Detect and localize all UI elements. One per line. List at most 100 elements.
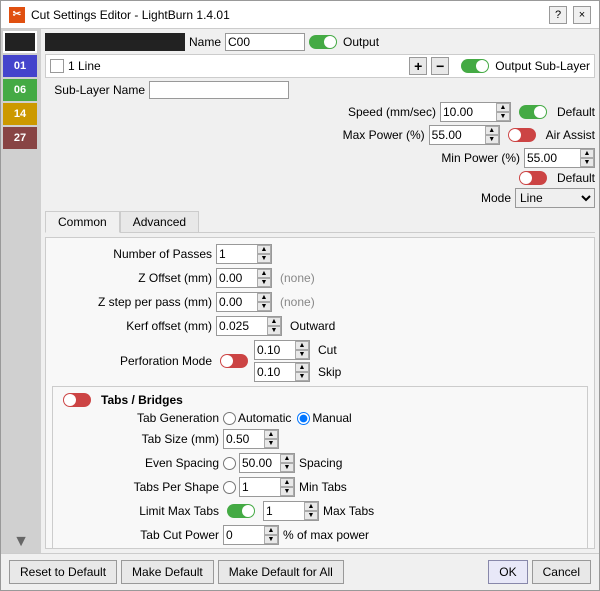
even-spacing-radio[interactable] xyxy=(223,457,236,470)
kerf-input[interactable] xyxy=(217,317,267,335)
passes-down[interactable]: ▼ xyxy=(257,254,271,263)
zoffset-down[interactable]: ▼ xyxy=(257,278,271,287)
tabs-bridges-thumb xyxy=(64,394,76,406)
tab-size-down[interactable]: ▼ xyxy=(264,439,278,448)
tab-size-input[interactable] xyxy=(224,430,264,448)
airassist-toggle-track xyxy=(508,128,536,142)
perf-cut-spin: ▲ ▼ xyxy=(295,341,309,359)
footer-left: Reset to Default Make Default Make Defau… xyxy=(9,560,344,584)
color-swatch[interactable] xyxy=(45,33,185,51)
kerf-note: Outward xyxy=(290,319,335,333)
passes-input[interactable] xyxy=(217,245,257,263)
main-window: ✂ Cut Settings Editor - LightBurn 1.4.01… xyxy=(0,0,600,591)
zoffset-up[interactable]: ▲ xyxy=(257,269,271,278)
sidebar-item-00[interactable] xyxy=(3,31,37,53)
default-toggle[interactable] xyxy=(519,171,549,185)
minpower-up[interactable]: ▲ xyxy=(580,149,594,158)
tab-size-wrap: ▲ ▼ xyxy=(223,429,279,449)
tabs-per-shape-radio[interactable] xyxy=(223,481,236,494)
perf-cut-down[interactable]: ▼ xyxy=(295,350,309,359)
ok-button[interactable]: OK xyxy=(488,560,527,584)
make-default-button[interactable]: Make Default xyxy=(121,560,214,584)
reset-default-button[interactable]: Reset to Default xyxy=(9,560,117,584)
limit-max-input[interactable] xyxy=(264,502,304,520)
tabs-bridges-track xyxy=(63,393,91,407)
tab-gen-row: Tab Generation Automatic Manual xyxy=(59,411,581,425)
limit-max-toggle[interactable] xyxy=(227,504,257,518)
help-button[interactable]: ? xyxy=(549,6,567,24)
minpower-spin: ▲ ▼ xyxy=(580,149,594,167)
mode-label: Mode xyxy=(391,191,511,205)
minpower-down[interactable]: ▼ xyxy=(580,158,594,167)
sidebar-item-06[interactable]: 06 xyxy=(3,79,37,101)
cancel-button[interactable]: Cancel xyxy=(532,560,591,584)
kerf-input-wrap: ▲ ▼ xyxy=(216,316,282,336)
airassist-toggle[interactable] xyxy=(508,128,538,142)
even-spacing-up[interactable]: ▲ xyxy=(280,454,294,463)
zstep-down[interactable]: ▼ xyxy=(257,302,271,311)
maxpower-down[interactable]: ▼ xyxy=(485,135,499,144)
speed-up[interactable]: ▲ xyxy=(496,103,510,112)
maxpower-input[interactable] xyxy=(430,126,485,144)
layer-checkbox[interactable] xyxy=(50,59,64,73)
tab-size-up[interactable]: ▲ xyxy=(264,430,278,439)
tab-cut-power-spin: ▲ ▼ xyxy=(264,526,278,544)
mode-select[interactable]: Line Fill Offset Fill Crosshatch Fill xyxy=(515,188,595,208)
zoffset-input[interactable] xyxy=(217,269,257,287)
output-toggle[interactable] xyxy=(309,35,339,49)
del-sublayer-button[interactable]: − xyxy=(431,57,449,75)
tabs-per-shape-down[interactable]: ▼ xyxy=(280,487,294,496)
tab-gen-auto-radio[interactable] xyxy=(223,412,236,425)
sublayer-name-input[interactable] xyxy=(149,81,289,99)
perf-skip-up[interactable]: ▲ xyxy=(295,363,309,372)
tabs-bridges-toggle[interactable] xyxy=(63,393,93,407)
tab-gen-manual-radio[interactable] xyxy=(297,412,310,425)
make-default-all-button[interactable]: Make Default for All xyxy=(218,560,344,584)
tab-cut-power-unit: % of max power xyxy=(283,528,369,542)
zoffset-input-wrap: ▲ ▼ xyxy=(216,268,272,288)
tab-common[interactable]: Common xyxy=(45,211,120,233)
minpower-input[interactable] xyxy=(525,149,580,167)
even-spacing-input[interactable] xyxy=(240,454,280,472)
default-label: Default xyxy=(557,171,595,185)
name-input[interactable] xyxy=(225,33,305,51)
zstep-input[interactable] xyxy=(217,293,257,311)
zstep-label: Z step per pass (mm) xyxy=(52,295,212,309)
sidebar-item-14[interactable]: 14 xyxy=(3,103,37,125)
tab-cut-power-up[interactable]: ▲ xyxy=(264,526,278,535)
sublayer-toggle[interactable] xyxy=(461,59,491,73)
even-spacing-down[interactable]: ▼ xyxy=(280,463,294,472)
limit-max-unit: Max Tabs xyxy=(323,504,374,518)
kerf-down[interactable]: ▼ xyxy=(267,326,281,335)
speed-down[interactable]: ▼ xyxy=(496,112,510,121)
add-sublayer-button[interactable]: + xyxy=(409,57,427,75)
tab-cut-power-input[interactable] xyxy=(224,526,264,544)
sidebar-scroll-down[interactable]: ▼ xyxy=(3,533,39,551)
sidebar-item-27[interactable]: 27 xyxy=(3,127,37,149)
speed-default-toggle[interactable] xyxy=(519,105,549,119)
perf-cut-input[interactable] xyxy=(255,341,295,359)
zstep-up[interactable]: ▲ xyxy=(257,293,271,302)
perf-skip-down[interactable]: ▼ xyxy=(295,372,309,381)
perf-skip-input[interactable] xyxy=(255,363,295,381)
limit-max-down[interactable]: ▼ xyxy=(304,511,318,520)
maxpower-up[interactable]: ▲ xyxy=(485,126,499,135)
tab-cut-power-down[interactable]: ▼ xyxy=(264,535,278,544)
layer-row: 1 Line + − Output Sub-Layer xyxy=(45,54,595,78)
even-spacing-spin: ▲ ▼ xyxy=(280,454,294,472)
speed-input[interactable] xyxy=(441,103,496,121)
tabs-per-shape-up[interactable]: ▲ xyxy=(280,478,294,487)
layer-sidebar: 01 06 14 27 ▼ xyxy=(1,29,41,553)
sidebar-item-01[interactable]: 01 xyxy=(3,55,37,77)
kerf-up[interactable]: ▲ xyxy=(267,317,281,326)
close-button[interactable]: × xyxy=(573,6,591,24)
tab-gen-group: Automatic Manual xyxy=(223,411,352,425)
layer-label: 1 Line xyxy=(68,59,101,73)
perf-cut-up[interactable]: ▲ xyxy=(295,341,309,350)
tab-advanced[interactable]: Advanced xyxy=(120,211,199,232)
perforation-toggle[interactable] xyxy=(220,354,250,368)
tabs-per-shape-input[interactable] xyxy=(240,478,280,496)
tab-cut-power-label: Tab Cut Power xyxy=(59,528,219,542)
passes-up[interactable]: ▲ xyxy=(257,245,271,254)
limit-max-up[interactable]: ▲ xyxy=(304,502,318,511)
